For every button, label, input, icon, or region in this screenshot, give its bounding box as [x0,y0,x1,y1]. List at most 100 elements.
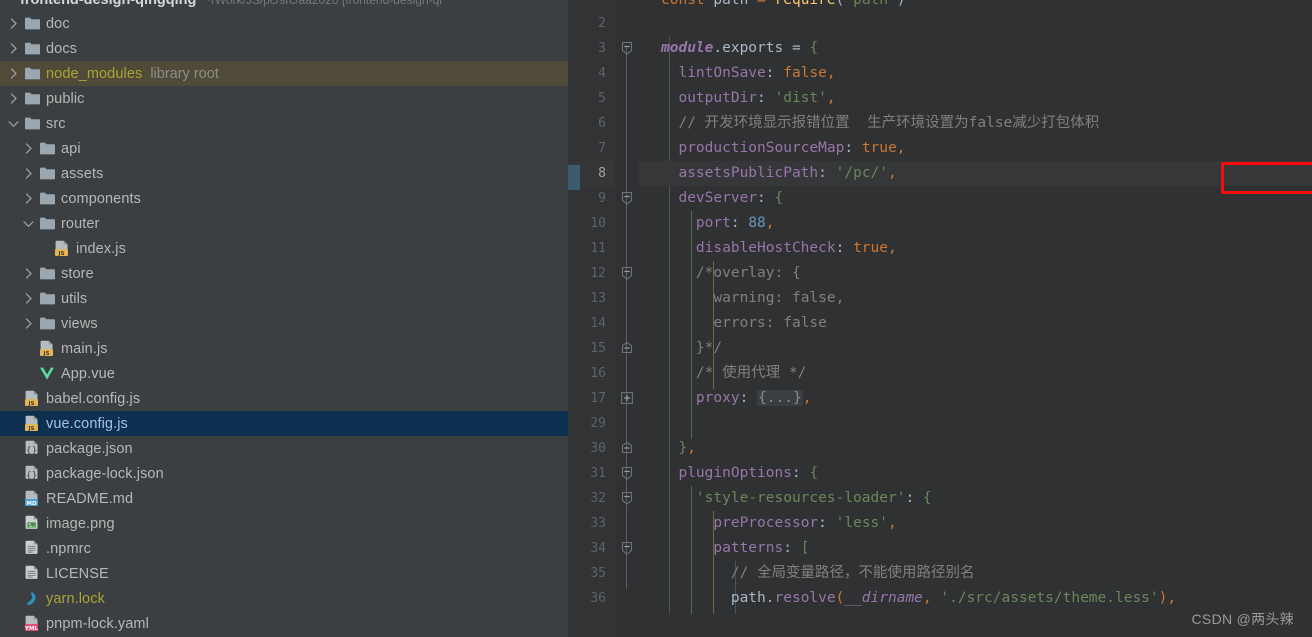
tree-item-label: api [61,140,81,157]
svg-text:JS: JS [57,251,64,257]
tree-item-store[interactable]: store [0,261,568,286]
code-line[interactable]: disableHostCheck: true, [639,236,1312,261]
code-line[interactable]: /* 使用代理 */ [639,361,1312,386]
file-tree[interactable]: doc docs node_modules library root public src… [0,0,568,636]
code-line[interactable] [639,411,1312,436]
fold-region-line [626,47,627,589]
tree-item-views[interactable]: views [0,311,568,336]
tree-item-readme-md[interactable]: MD README.md [0,486,568,511]
code-line[interactable]: module.exports = { [639,36,1312,61]
code-line[interactable]: }*/ [639,336,1312,361]
folder-icon [36,211,58,236]
tree-toggle-collapsed-icon[interactable] [21,286,36,311]
tree-item-package-json[interactable]: {} package.json [0,436,568,461]
code-editor[interactable]: 2 3 4 5 6 7 8 9 10 11 12 13 14 15 16 17 29 30 31 32 33 34 35 36… [568,0,1312,637]
tree-item-label: components [61,190,141,207]
tree-item-pnpm-lock-yaml[interactable]: YML pnpm-lock.yaml [0,611,568,636]
tree-item-router[interactable]: router [0,211,568,236]
tree-item-components[interactable]: components [0,186,568,211]
line-number: 35 [590,566,606,581]
fold-toggle-icon[interactable] [620,266,634,280]
tree-item-package-lock-json[interactable]: {} package-lock.json [0,461,568,486]
tree-item-main-js[interactable]: JS main.js [0,336,568,361]
code-line[interactable] [639,11,1312,36]
tree-item-license[interactable]: LICENSE [0,561,568,586]
tree-item-vue-config-js[interactable]: JS vue.config.js [0,411,568,436]
line-number-gutter: 2 3 4 5 6 7 8 9 10 11 12 13 14 15 16 17 29 30 31 32 33 34 35 36 [568,0,615,637]
tree-item-app-vue[interactable]: App.vue [0,361,568,386]
code-line[interactable]: patterns: [ [639,536,1312,561]
tree-toggle-collapsed-icon[interactable] [21,186,36,211]
fold-toggle-icon[interactable] [620,491,634,505]
tree-item-docs[interactable]: docs [0,36,568,61]
code-line[interactable]: 'style-resources-loader': { [639,486,1312,511]
code-line[interactable]: lintOnSave: false, [639,61,1312,86]
code-line[interactable]: productionSourceMap: true, [639,136,1312,161]
fold-toggle-icon[interactable] [620,191,634,205]
code-line[interactable]: warning: false, [639,286,1312,311]
code-line[interactable]: preProcessor: 'less', [639,511,1312,536]
tree-toggle-collapsed-icon[interactable] [21,261,36,286]
tree-item-label: src [46,115,66,132]
tree-item-yarn-lock[interactable]: yarn.lock [0,586,568,611]
code-line[interactable]: port: 88, [639,211,1312,236]
tree-toggle-collapsed-icon[interactable] [6,11,21,36]
tree-item-label: .npmrc [46,540,91,557]
tree-toggle-collapsed-icon[interactable] [21,136,36,161]
fold-toggle-icon[interactable] [620,341,634,355]
code-line[interactable]: assetsPublicPath: '/pc/', [639,161,1312,186]
line-number: 13 [590,291,606,306]
tree-toggle-collapsed-icon[interactable] [6,36,21,61]
code-line[interactable]: // 全局变量路径，不能使用路径别名 [639,561,1312,586]
svg-text:{}: {} [26,471,37,481]
tree-toggle-collapsed-icon[interactable] [6,86,21,111]
tree-item--npmrc[interactable]: .npmrc [0,536,568,561]
code-line[interactable]: devServer: { [639,186,1312,211]
line-number: 16 [590,366,606,381]
tree-toggle-collapsed-icon[interactable] [6,61,21,86]
tree-item-index-js[interactable]: JS index.js [0,236,568,261]
code-line[interactable]: outputDir: 'dist', [639,86,1312,111]
code-fold-gutter[interactable] [615,0,639,637]
tree-item-utils[interactable]: utils [0,286,568,311]
folder-icon [21,61,43,86]
fold-toggle-icon[interactable] [620,441,634,455]
tree-item-node-modules[interactable]: node_modules library root [0,61,568,86]
tree-item-image-png[interactable]: image.png [0,511,568,536]
tree-item-label: package-lock.json [46,465,164,482]
code-line[interactable]: errors: false [639,311,1312,336]
code-line[interactable]: pluginOptions: { [639,461,1312,486]
js-file-icon: JS [21,386,43,411]
tree-toggle-expanded-icon[interactable] [21,211,36,236]
fold-toggle-icon[interactable] [620,41,634,55]
tree-item-babel-config-js[interactable]: JS babel.config.js [0,386,568,411]
tree-item-public[interactable]: public [0,86,568,111]
tree-toggle-collapsed-icon[interactable] [21,161,36,186]
fold-toggle-icon[interactable] [620,541,634,555]
tree-toggle-collapsed-icon[interactable] [21,311,36,336]
line-number: 11 [590,241,606,256]
project-tree-panel[interactable]: frontend-design-qingqing ~/Work/JS/pc/sr… [0,0,568,637]
svg-text:JS: JS [27,401,34,407]
code-line[interactable]: /*overlay: { [639,261,1312,286]
svg-text:JS: JS [27,426,34,432]
tree-toggle-expanded-icon[interactable] [6,111,21,136]
tree-item-label: store [61,265,94,282]
code-line[interactable]: }, [639,436,1312,461]
svg-text:{}: {} [26,446,37,456]
code-line[interactable]: path.resolve(__dirname, './src/assets/th… [639,586,1312,611]
code-line[interactable]: proxy: {...}, [639,386,1312,411]
tree-item-src[interactable]: src [0,111,568,136]
fold-toggle-icon[interactable] [620,391,634,405]
code-text-area[interactable]: const path = require('path') module.expo… [639,0,1312,637]
tree-item-api[interactable]: api [0,136,568,161]
tree-item-assets[interactable]: assets [0,161,568,186]
tree-item-label: main.js [61,340,108,357]
line-number: 15 [590,341,606,356]
md-file-icon: MD [21,486,43,511]
tree-item-doc[interactable]: doc [0,11,568,36]
txt-file-icon [21,561,43,586]
fold-toggle-icon[interactable] [620,466,634,480]
code-line[interactable]: // 开发环境显示报错位置 生产环境设置为false减少打包体积 [639,111,1312,136]
folder-icon [21,86,43,111]
